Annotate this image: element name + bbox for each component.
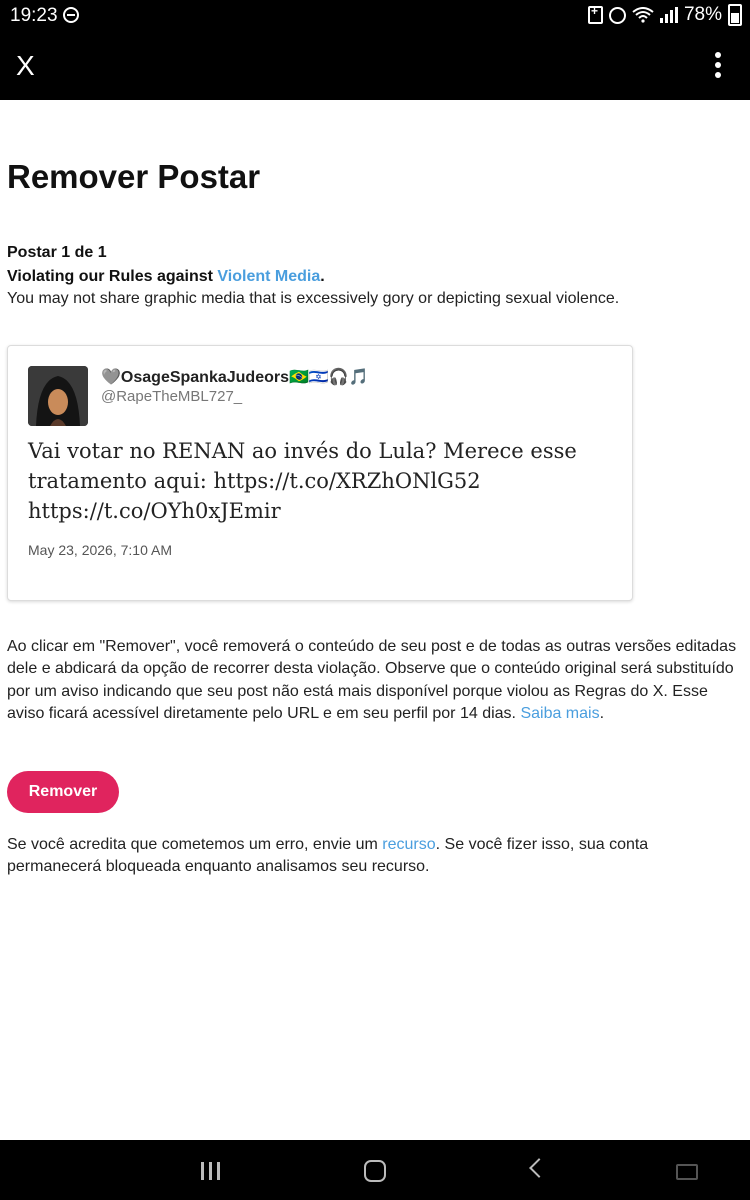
violent-media-link[interactable]: Violent Media xyxy=(217,268,320,285)
battery-percent: 78% xyxy=(683,4,722,25)
tweet-handle: @RapeTheMBL727_ xyxy=(101,388,243,405)
removal-notice: Ao clicar em "Remover", você removerá o … xyxy=(7,636,743,726)
learn-more-link[interactable]: Saiba mais xyxy=(520,705,599,722)
appeal-notice: Se você acredita que cometemos um erro, … xyxy=(7,834,743,879)
tweet-date: May 23, 2026, 7:10 AM xyxy=(28,542,172,558)
rule-description: You may not share graphic media that is … xyxy=(7,290,620,307)
violation-suffix: . xyxy=(320,268,325,285)
app-bar: X xyxy=(0,32,750,100)
battery-icon xyxy=(728,4,742,26)
violation-heading: Violating our Rules against Violent Medi… xyxy=(7,268,325,286)
tweet-display-name: 🩶OsageSpankaJudeors🇧🇷🇮🇱🎧🎵 xyxy=(101,369,369,386)
tweet-text: Vai votar no RENAN ao invés do Lula? Mer… xyxy=(28,439,577,523)
recents-icon[interactable] xyxy=(201,1162,221,1180)
signal-icon xyxy=(659,7,678,23)
notice-text: Ao clicar em "Remover", você removerá o … xyxy=(7,638,737,723)
wifi-icon xyxy=(632,7,654,23)
appeal-link[interactable]: recurso xyxy=(382,836,435,853)
page-title: Remover Postar xyxy=(7,158,261,195)
tweet-card: 🩶OsageSpankaJudeors🇧🇷🇮🇱🎧🎵 @RapeTheMBL727… xyxy=(7,345,633,601)
status-time: 19:23 xyxy=(10,5,58,26)
keyboard-icon[interactable] xyxy=(676,1164,698,1180)
notice-suffix: . xyxy=(599,705,605,723)
post-count: Postar 1 de 1 xyxy=(7,244,107,261)
violation-prefix: Violating our Rules against xyxy=(7,268,218,285)
home-icon[interactable] xyxy=(364,1160,386,1182)
dnd-icon xyxy=(63,7,79,23)
alarm-icon xyxy=(608,6,626,24)
battery-saver-icon xyxy=(587,4,603,24)
avatar xyxy=(28,366,88,426)
status-icons: 78% xyxy=(587,4,742,26)
remove-button[interactable]: Remover xyxy=(7,771,119,813)
more-vert-icon[interactable] xyxy=(714,52,722,80)
back-icon[interactable] xyxy=(529,1158,549,1178)
status-bar: 19:23 78% xyxy=(0,0,750,32)
close-icon[interactable]: X xyxy=(16,50,44,82)
appeal-prefix: Se você acredita que cometemos um erro, … xyxy=(7,836,383,853)
nav-bar xyxy=(0,1140,750,1200)
